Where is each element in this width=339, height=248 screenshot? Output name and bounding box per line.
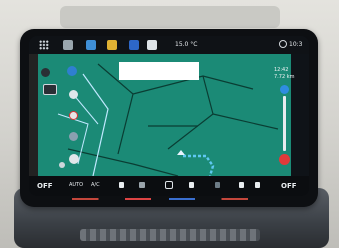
close-route-button[interactable] bbox=[279, 154, 290, 165]
zoom-icon[interactable] bbox=[59, 162, 65, 168]
auto-climate-button[interactable]: AUTO bbox=[69, 182, 83, 188]
eta-distance: 7.72 km bbox=[274, 74, 295, 80]
ac-button[interactable]: A/C bbox=[91, 182, 100, 188]
apps-grid-icon[interactable] bbox=[39, 40, 49, 50]
physical-controls[interactable] bbox=[80, 229, 260, 241]
left-climate-off-button[interactable]: OFF bbox=[37, 182, 53, 190]
right-climate-off-button[interactable]: OFF bbox=[281, 182, 297, 190]
compass-icon[interactable] bbox=[41, 68, 50, 77]
infotainment-screen: 15.0 °C 10:3 12:42 7.72 km OFF AUTO A/C … bbox=[29, 36, 309, 196]
media-icon[interactable] bbox=[86, 40, 96, 50]
mute-icon[interactable] bbox=[69, 154, 79, 164]
climate-bar: OFF AUTO A/C OFF bbox=[29, 176, 309, 196]
settings-icon[interactable] bbox=[279, 40, 287, 48]
left-rail bbox=[29, 54, 38, 176]
clock: 10:3 bbox=[289, 41, 303, 48]
map-view-icon[interactable] bbox=[43, 84, 57, 95]
traffic-icon[interactable] bbox=[69, 132, 78, 141]
steering-heat-icon[interactable] bbox=[239, 182, 244, 188]
route-progress-bar bbox=[283, 96, 286, 151]
speed-limit-icon bbox=[69, 111, 78, 120]
profile-icon[interactable] bbox=[147, 40, 157, 50]
destination-pin-icon[interactable] bbox=[280, 85, 289, 94]
eta-info: 12:42 7.72 km bbox=[274, 67, 295, 81]
rear-defrost-icon[interactable] bbox=[215, 182, 220, 188]
seat-right-icon[interactable] bbox=[255, 182, 260, 188]
status-bar: 15.0 °C 10:3 bbox=[29, 36, 309, 54]
search-icon[interactable] bbox=[69, 90, 78, 99]
fan-icon[interactable] bbox=[189, 182, 194, 188]
climate-indicator-strip bbox=[72, 198, 248, 200]
eta-time: 12:42 bbox=[274, 67, 289, 73]
seat-icon[interactable] bbox=[129, 40, 139, 50]
car-icon[interactable] bbox=[63, 40, 73, 50]
defrost-icon[interactable] bbox=[139, 182, 145, 188]
top-vent bbox=[60, 6, 280, 28]
drive-mode-icon[interactable] bbox=[107, 40, 117, 50]
navigation-arrow-icon[interactable] bbox=[67, 66, 77, 76]
outside-temperature: 15.0 °C bbox=[175, 41, 198, 48]
seat-heat-icon[interactable] bbox=[119, 182, 124, 188]
home-button[interactable] bbox=[165, 181, 173, 189]
redacted-area bbox=[119, 62, 199, 80]
